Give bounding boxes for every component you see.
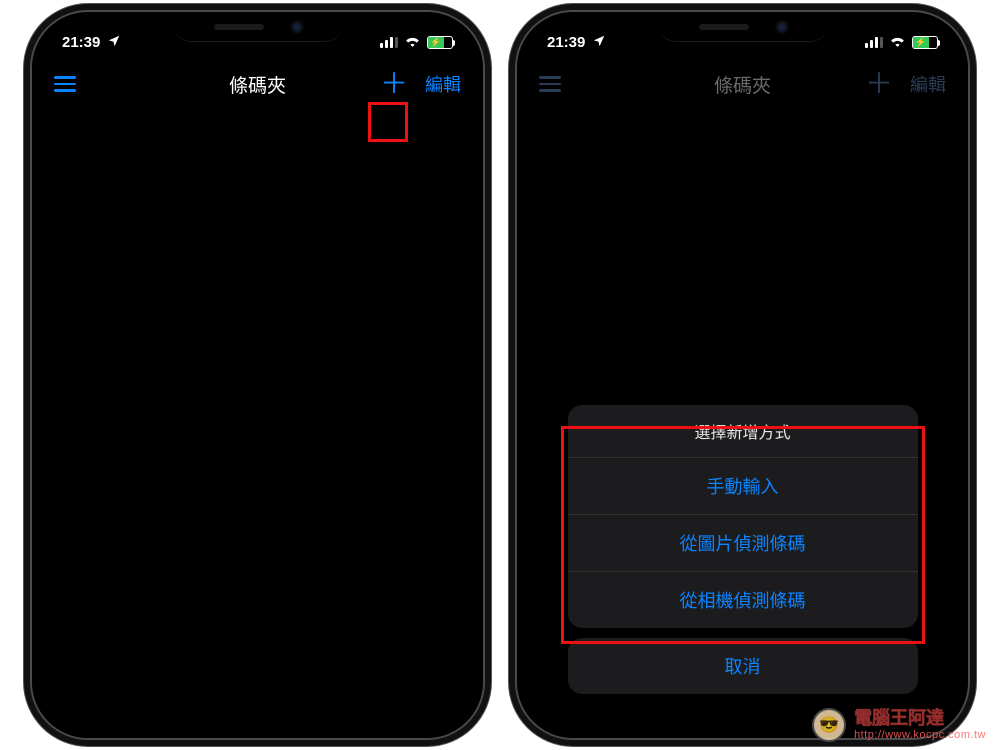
watermark: 😎 電腦王阿達 http://www.kocpc.com.tw [812, 708, 986, 742]
wifi-icon [889, 34, 906, 50]
action-sheet-title: 選擇新增方式 [568, 405, 918, 457]
notch [658, 12, 828, 42]
menu-icon [539, 76, 561, 92]
watermark-url: http://www.kocpc.com.tw [854, 729, 986, 741]
phone-right: 21:39 ⚡ 條碼夾 [515, 10, 970, 740]
action-sheet: 選擇新增方式 手動輸入 從圖片偵測條碼 從相機偵測條碼 取消 [568, 405, 918, 694]
nav-bar: 條碼夾 ＋ 編輯 [32, 60, 483, 108]
option-from-camera[interactable]: 從相機偵測條碼 [568, 571, 918, 628]
page-title: 條碼夾 [714, 71, 771, 98]
nav-bar: 條碼夾 ＋ 編輯 [517, 60, 968, 108]
screen-left: 21:39 ⚡ 條碼夾 [32, 12, 483, 738]
notch [173, 12, 343, 42]
page-title: 條碼夾 [229, 71, 286, 98]
edit-button: 編輯 [910, 71, 946, 97]
cancel-button[interactable]: 取消 [568, 638, 918, 694]
option-manual[interactable]: 手動輸入 [568, 457, 918, 514]
phone-left: 21:39 ⚡ 條碼夾 [30, 10, 485, 740]
location-icon [107, 34, 121, 51]
watermark-brand: 電腦王阿達 [854, 709, 986, 729]
battery-icon: ⚡ [427, 36, 453, 49]
watermark-avatar-icon: 😎 [812, 708, 846, 742]
annotation-highlight [368, 102, 408, 142]
location-icon [592, 34, 606, 51]
add-button[interactable]: ＋ [379, 69, 409, 99]
screen-right: 21:39 ⚡ 條碼夾 [517, 12, 968, 738]
wifi-icon [404, 34, 421, 50]
option-from-image[interactable]: 從圖片偵測條碼 [568, 514, 918, 571]
edit-button[interactable]: 編輯 [425, 71, 461, 97]
status-time: 21:39 [62, 34, 100, 51]
battery-icon: ⚡ [912, 36, 938, 49]
add-button: ＋ [864, 69, 894, 99]
cellular-icon [865, 36, 883, 48]
cellular-icon [380, 36, 398, 48]
status-time: 21:39 [547, 34, 585, 51]
menu-icon[interactable] [54, 76, 76, 92]
